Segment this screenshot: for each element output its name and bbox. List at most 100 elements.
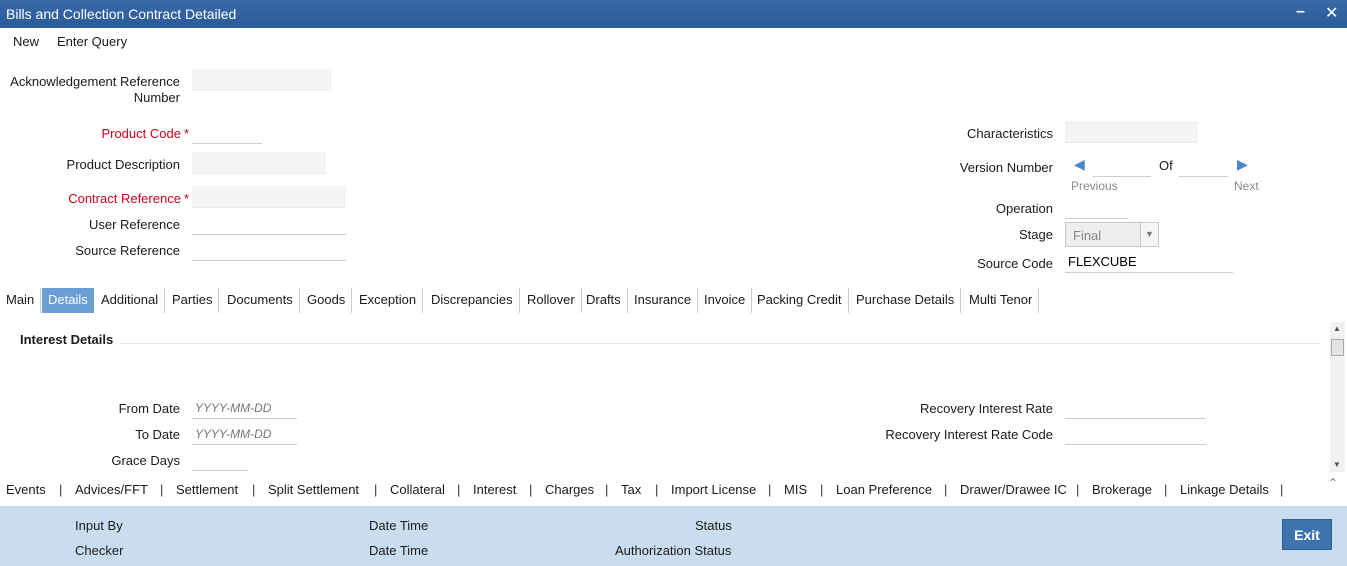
link-advices-fft[interactable]: Advices/FFT [75, 482, 148, 497]
next-button[interactable]: Next [1234, 179, 1259, 193]
tab-rollover[interactable]: Rollover [521, 288, 582, 313]
window-titlebar: Bills and Collection Contract Detailed –… [0, 0, 1347, 28]
link-separator: | [605, 482, 609, 497]
recovery-interest-rate-input[interactable] [1065, 397, 1206, 419]
scroll-down-arrow-icon[interactable]: ▼ [1333, 460, 1341, 469]
recovery-interest-rate-code-label: Recovery Interest Rate Code [885, 427, 1053, 442]
operation-label: Operation [995, 201, 1053, 216]
tab-main[interactable]: Main [0, 288, 42, 313]
product-description-input[interactable] [192, 152, 326, 174]
recovery-interest-rate-code-input[interactable] [1065, 423, 1206, 445]
tab-invoice[interactable]: Invoice [698, 288, 753, 313]
chevron-down-icon[interactable]: ▼ [1140, 223, 1158, 246]
version-total-input[interactable] [1179, 155, 1228, 177]
scroll-up-arrow-icon[interactable]: ▲ [1333, 324, 1341, 333]
ack-ref-label: Acknowledgement Reference Number [10, 74, 180, 106]
required-marker: * [183, 126, 189, 141]
ack-ref-input[interactable] [192, 69, 332, 91]
tab-goods[interactable]: Goods [301, 288, 353, 313]
tab-documents[interactable]: Documents [221, 288, 300, 313]
minimize-icon[interactable]: – [1296, 3, 1305, 21]
product-description-label: Product Description [66, 157, 180, 172]
scrollbar-thumb[interactable] [1331, 339, 1344, 356]
source-code-input[interactable] [1065, 251, 1233, 273]
tab-discrepancies[interactable]: Discrepancies [425, 288, 520, 313]
close-icon[interactable]: ✕ [1325, 3, 1338, 23]
link-separator: | [820, 482, 824, 497]
link-brokerage[interactable]: Brokerage [1092, 482, 1152, 497]
tab-parties[interactable]: Parties [166, 288, 220, 313]
link-mis[interactable]: MIS [784, 482, 807, 497]
menu-bar: New Enter Query [0, 28, 1347, 54]
menu-enter-query[interactable]: Enter Query [57, 34, 127, 49]
tab-additional[interactable]: Additional [95, 288, 166, 313]
link-separator: | [1280, 482, 1284, 497]
link-events[interactable]: Events [6, 482, 46, 497]
required-marker: * [183, 191, 189, 206]
tab-multi-tenor[interactable]: Multi Tenor [963, 288, 1040, 313]
stage-select[interactable]: Final ▼ [1065, 222, 1159, 247]
link-separator: | [59, 482, 63, 497]
user-reference-label: User Reference [88, 217, 180, 232]
subsystem-links: Events | Advices/FFT | Settlement | Spli… [0, 476, 1347, 504]
ack-ref-label-line2: Number [133, 90, 180, 105]
tab-packing-credit[interactable]: Packing Credit [751, 288, 849, 313]
link-loan-preference[interactable]: Loan Preference [836, 482, 932, 497]
link-drawer-drawee-ic[interactable]: Drawer/Drawee IC [960, 482, 1067, 497]
link-import-license[interactable]: Import License [671, 482, 756, 497]
product-code-input[interactable] [192, 122, 262, 144]
grace-days-input[interactable] [192, 449, 248, 471]
link-split-settlement[interactable]: Split Settlement [268, 482, 359, 497]
link-settlement[interactable]: Settlement [176, 482, 238, 497]
source-code-label: Source Code [977, 256, 1053, 271]
link-linkage-details[interactable]: Linkage Details [1180, 482, 1269, 497]
characteristics-label: Characteristics [967, 126, 1053, 141]
tab-details[interactable]: Details [42, 288, 94, 313]
previous-arrow-icon[interactable]: ◀ [1074, 156, 1085, 173]
operation-input[interactable] [1065, 197, 1128, 219]
from-date-input[interactable] [192, 397, 297, 419]
authorization-status-label: Authorization Status [615, 543, 732, 558]
tab-exception[interactable]: Exception [353, 288, 424, 313]
tab-drafts[interactable]: Drafts [580, 288, 628, 313]
version-number-input[interactable] [1093, 155, 1151, 177]
link-separator: | [457, 482, 461, 497]
link-separator: | [252, 482, 256, 497]
next-arrow-icon[interactable]: ▶ [1237, 156, 1248, 173]
stage-select-value: Final [1073, 228, 1102, 243]
link-charges[interactable]: Charges [545, 482, 594, 497]
version-number-label: Version Number [959, 160, 1053, 175]
details-scrollbar[interactable]: ▲ ▼ [1330, 322, 1345, 472]
link-separator: | [1164, 482, 1168, 497]
link-tax[interactable]: Tax [621, 482, 641, 497]
contract-reference-label: Contract Reference * [68, 191, 189, 206]
user-reference-input[interactable] [192, 213, 346, 235]
status-label: Status [695, 518, 732, 533]
menu-new[interactable]: New [13, 34, 39, 49]
link-separator: | [768, 482, 772, 497]
to-date-input[interactable] [192, 423, 297, 445]
source-reference-input[interactable] [192, 239, 346, 261]
previous-button[interactable]: Previous [1071, 179, 1118, 193]
section-divider [120, 343, 1320, 344]
collapse-chevron-up-icon[interactable]: ⌃ [1328, 476, 1338, 490]
link-separator: | [160, 482, 164, 497]
window-title: Bills and Collection Contract Detailed [6, 6, 237, 22]
link-interest[interactable]: Interest [473, 482, 516, 497]
recovery-interest-rate-label: Recovery Interest Rate [920, 401, 1053, 416]
grace-days-label: Grace Days [111, 453, 180, 468]
exit-button[interactable]: Exit [1282, 519, 1332, 550]
contract-reference-input[interactable] [192, 186, 346, 208]
characteristics-input[interactable] [1065, 121, 1198, 143]
contract-reference-label-text: Contract Reference [68, 191, 181, 206]
tab-purchase-details[interactable]: Purchase Details [850, 288, 962, 313]
link-separator: | [1076, 482, 1080, 497]
to-date-label: To Date [135, 427, 180, 442]
source-reference-label: Source Reference [75, 243, 180, 258]
link-separator: | [944, 482, 948, 497]
ack-ref-label-line1: Acknowledgement Reference [10, 74, 180, 89]
tab-strip: Main Details Additional Parties Document… [0, 288, 1347, 313]
tab-insurance[interactable]: Insurance [628, 288, 699, 313]
link-collateral[interactable]: Collateral [390, 482, 445, 497]
link-separator: | [529, 482, 533, 497]
